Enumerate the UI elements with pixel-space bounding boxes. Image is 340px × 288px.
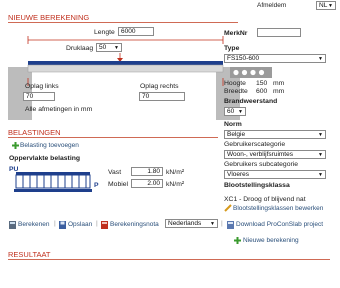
pencil-icon xyxy=(224,204,232,212)
save-button[interactable]: Opslaan xyxy=(68,221,92,228)
type-label: Type xyxy=(224,45,240,52)
mobile-load-label: Mobiel xyxy=(108,181,129,188)
chevron-down-icon: ▼ xyxy=(318,152,323,158)
slab-body xyxy=(27,64,224,73)
report-language-value: Nederlands xyxy=(168,220,202,227)
calc-note-button[interactable]: Berekeningsnota xyxy=(110,221,159,228)
chevron-down-icon: ▼ xyxy=(238,109,243,115)
bearing-label: Druklaag xyxy=(66,45,94,52)
new-calculation-link[interactable]: Nieuwe berekening xyxy=(243,237,299,244)
height-label: Hoogte xyxy=(224,80,246,87)
plus-icon xyxy=(12,142,19,149)
height-value: 150 xyxy=(256,80,268,87)
toolbar-separator: | xyxy=(96,220,98,227)
length-input[interactable] xyxy=(118,27,154,36)
norm-label: Norm xyxy=(224,121,242,128)
norm-select-value: Belgie xyxy=(227,131,246,138)
divider xyxy=(8,22,238,23)
logout-link[interactable]: Afmeldem xyxy=(257,2,286,9)
subcategory-select[interactable]: Vloeres ▼ xyxy=(224,170,326,179)
length-label: Lengte xyxy=(94,29,115,36)
exposure-title: Blootstellingsklassa xyxy=(224,182,290,189)
toolbar-separator: | xyxy=(54,220,56,227)
divider xyxy=(8,259,330,260)
fire-select-value: 60 xyxy=(227,108,235,115)
support-right-input[interactable] xyxy=(139,92,185,101)
section-title-loads: BELASTINGEN xyxy=(8,128,61,137)
fire-label: Brandweerstand xyxy=(224,98,278,105)
toolbar-separator: | xyxy=(221,220,223,227)
usage-select-value: Woon-, verblijfsruimtes xyxy=(227,151,293,158)
mobile-load-input[interactable] xyxy=(131,179,163,188)
hollowcore-section-icon xyxy=(230,67,272,78)
language-select-value: NL xyxy=(319,2,328,9)
mark-input[interactable] xyxy=(257,28,301,37)
usage-label: Gebruikerscategorie xyxy=(224,141,286,148)
chevron-down-icon: ▼ xyxy=(318,172,323,178)
fixed-load-unit: kN/m² xyxy=(166,169,185,176)
width-label: Breedte xyxy=(224,88,248,95)
chevron-down-icon: ▼ xyxy=(328,3,333,9)
download-icon xyxy=(227,221,234,229)
calculator-icon xyxy=(9,221,16,229)
width-value: 600 xyxy=(256,88,268,95)
p-label: P xyxy=(94,182,99,189)
slab-topping xyxy=(28,61,223,65)
exposure-value: XC1 - Droog of blijvend nat xyxy=(224,196,306,203)
download-project-button[interactable]: Download ProConSlab project xyxy=(236,221,323,228)
pdf-icon xyxy=(101,221,108,229)
bearing-select-value: 50 xyxy=(99,44,107,51)
section-title-result: RESULTAAT xyxy=(8,250,51,259)
mark-label: MerkNr xyxy=(224,30,248,37)
units-note: Alle afmetingen in mm xyxy=(25,106,93,113)
usage-select[interactable]: Woon-, verblijfsruimtes ▼ xyxy=(224,150,326,159)
surface-load-diagram xyxy=(14,172,92,192)
divider xyxy=(8,137,218,138)
fire-select[interactable]: 60 ▼ xyxy=(224,107,246,116)
subcategory-label: Gebruikers subcategorie xyxy=(224,161,299,168)
support-left-label: Oplag links xyxy=(25,83,59,90)
fixed-load-label: Vast xyxy=(108,169,122,176)
type-select-value: FS150-600 xyxy=(227,55,260,62)
type-select[interactable]: FS150-600 ▼ xyxy=(224,54,326,63)
save-icon xyxy=(59,221,66,229)
mobile-load-unit: kN/m² xyxy=(166,181,185,188)
plus-icon xyxy=(234,237,241,244)
width-unit: mm xyxy=(273,88,285,95)
chevron-down-icon: ▼ xyxy=(114,45,119,51)
support-left-input[interactable] xyxy=(23,92,55,101)
exposure-edit-link[interactable]: Blootstellingsklassen bewerken xyxy=(233,205,323,212)
report-language-select[interactable]: Nederlands ▼ xyxy=(165,219,218,228)
fixed-load-input[interactable] xyxy=(131,167,163,176)
support-right-label: Oplag rechts xyxy=(140,83,179,90)
subcategory-select-value: Vloeres xyxy=(227,171,250,178)
language-select[interactable]: NL ▼ xyxy=(316,1,336,10)
chevron-down-icon: ▼ xyxy=(210,221,215,227)
norm-select[interactable]: Belgie ▼ xyxy=(224,130,326,139)
chevron-down-icon: ▼ xyxy=(318,132,323,138)
height-unit: mm xyxy=(273,80,285,87)
section-title-new-calc: NIEUWE BEREKENING xyxy=(8,13,90,22)
surface-load-title: Oppervlakte belasting xyxy=(9,155,81,162)
calculate-button[interactable]: Berekenen xyxy=(18,221,49,228)
add-load-link[interactable]: Belasting toevoegen xyxy=(20,142,79,149)
chevron-down-icon: ▼ xyxy=(318,56,323,62)
bearing-select[interactable]: 50 ▼ xyxy=(96,43,122,52)
